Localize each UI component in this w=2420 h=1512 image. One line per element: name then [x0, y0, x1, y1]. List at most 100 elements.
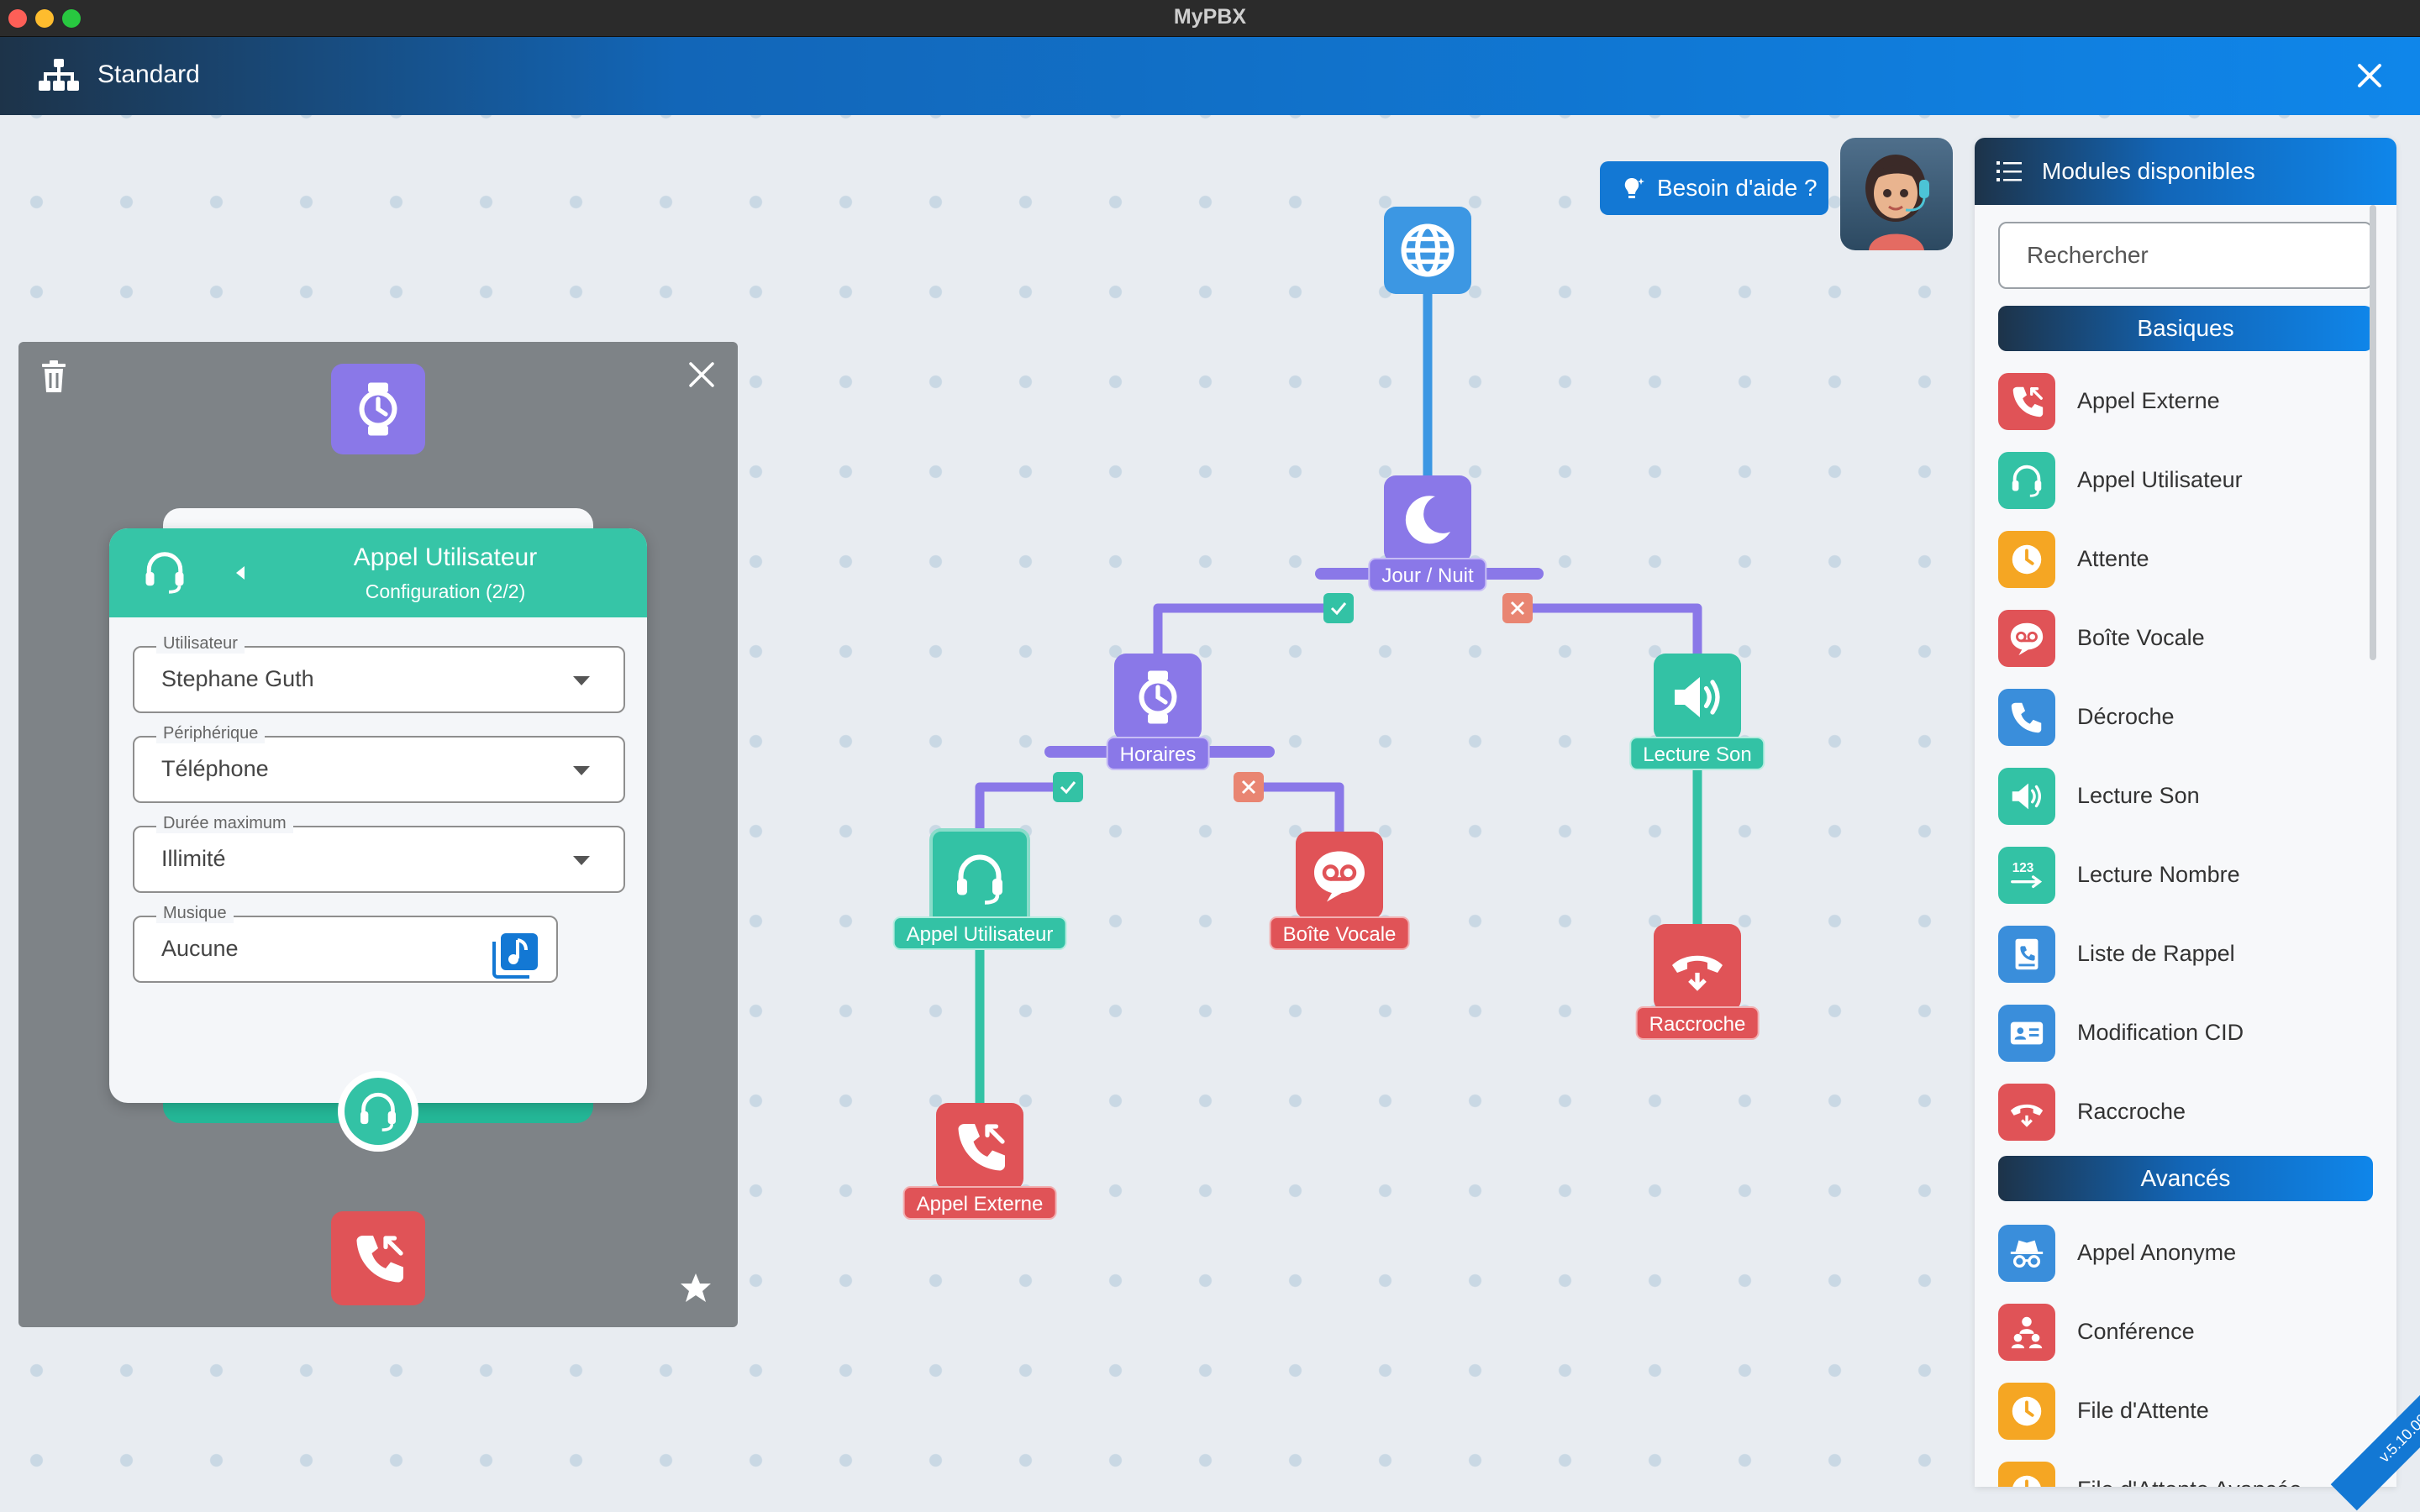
device-select[interactable]: Périphérique Téléphone	[133, 724, 625, 803]
module-search-input[interactable]	[1998, 222, 2373, 289]
flow-node-playsound[interactable]	[1654, 654, 1741, 741]
flow-node-label: Horaires	[1106, 737, 1210, 770]
section-header-advanced: Avancés	[1998, 1156, 2373, 1201]
flow-node-schedule[interactable]	[1114, 654, 1202, 741]
field-label: Durée maximum	[156, 814, 293, 833]
hangup-icon	[2010, 1104, 2044, 1127]
flow-node-entry[interactable]	[1384, 207, 1471, 294]
clock-icon	[2012, 544, 2042, 575]
module-label: Conférence	[2077, 1319, 2195, 1344]
check-icon[interactable]	[1053, 772, 1083, 802]
conference-icon	[2011, 1316, 2043, 1349]
voicemail-icon	[1314, 851, 1365, 902]
flow-node-label: Lecture Son	[1629, 737, 1765, 770]
max-duration-select[interactable]: Durée maximum Illimité	[133, 814, 625, 893]
star-icon[interactable]	[679, 1271, 713, 1305]
headset-icon	[957, 854, 1002, 905]
module-item-wait[interactable]: Attente	[1998, 531, 2373, 590]
flow-node-label: Raccroche	[1635, 1006, 1760, 1040]
module-item-queue[interactable]: File d'Attente	[1998, 1383, 2373, 1441]
speaker-icon	[1675, 677, 1720, 717]
current-node-headset[interactable]	[338, 1071, 418, 1152]
module-item-advanced-queue[interactable]: File d'Attente Avancée	[1998, 1462, 2373, 1487]
voicemail-icon	[2010, 622, 2044, 656]
id-card-icon	[2010, 1021, 2044, 1045]
module-label: File d'Attente Avancée	[2077, 1477, 2302, 1487]
contact-list-icon	[2015, 938, 2039, 970]
config-title: Appel Utilisateur	[353, 543, 538, 571]
flow-node-label: Jour / Nuit	[1368, 558, 1487, 591]
cross-icon[interactable]	[1502, 593, 1533, 623]
next-node-external[interactable]	[331, 1211, 425, 1305]
config-subtitle: Configuration (2/2)	[365, 580, 526, 602]
module-label: Attente	[2077, 546, 2149, 571]
module-item-play-sound[interactable]: Lecture Son	[1998, 768, 2373, 827]
module-item-cid-change[interactable]: Modification CID	[1998, 1005, 2373, 1063]
module-label: File d'Attente	[2077, 1398, 2209, 1423]
speaker-icon	[2012, 783, 2042, 810]
assistant-avatar[interactable]	[1840, 138, 1953, 250]
node-editor-panel: Appel Utilisateur Configuration (2/2) Ut…	[18, 342, 738, 1327]
module-label: Modification CID	[2077, 1020, 2244, 1045]
modules-title: Modules disponibles	[2042, 158, 2255, 184]
module-item-anonymous-call[interactable]: Appel Anonyme	[1998, 1225, 2373, 1284]
field-label: Musique	[156, 904, 234, 923]
field-label: Périphérique	[156, 724, 266, 743]
cross-icon[interactable]	[1234, 772, 1264, 802]
flow-node-daynight[interactable]	[1384, 475, 1471, 563]
watch-icon	[359, 382, 397, 436]
svg-text:123: 123	[2012, 861, 2034, 875]
flow-node-label: Boîte Vocale	[1269, 916, 1410, 950]
config-card: Appel Utilisateur Configuration (2/2) Ut…	[109, 528, 647, 1103]
chevron-down-icon	[573, 766, 590, 775]
user-select[interactable]: Utilisateur Stephane Guth	[133, 634, 625, 713]
moon-icon	[1405, 496, 1450, 544]
module-item-conference[interactable]: Conférence	[1998, 1304, 2373, 1362]
clock-icon	[2012, 1396, 2042, 1426]
flow-node-usercall[interactable]	[929, 828, 1030, 929]
flow-node-voicemail[interactable]	[1296, 832, 1383, 919]
module-label: Appel Utilisateur	[2077, 467, 2243, 492]
incognito-icon	[2010, 1240, 2044, 1268]
flow-node-external[interactable]	[936, 1103, 1023, 1190]
module-label: Décroche	[2077, 704, 2175, 729]
check-icon[interactable]	[1323, 593, 1354, 623]
field-label: Utilisateur	[156, 634, 245, 654]
section-header-basic: Basiques	[1998, 306, 2373, 351]
module-label: Lecture Son	[2077, 783, 2200, 808]
help-button[interactable]: Besoin d'aide ?	[1600, 161, 1828, 215]
flow-node-label: Appel Utilisateur	[892, 916, 1067, 950]
flow-node-label: Appel Externe	[902, 1186, 1057, 1220]
module-item-pickup[interactable]: Décroche	[1998, 689, 2373, 748]
chevron-down-icon	[573, 676, 590, 685]
phone-icon	[2011, 702, 2042, 733]
config-card-header: Appel Utilisateur Configuration (2/2)	[109, 528, 647, 617]
modules-scrollbar[interactable]	[2370, 205, 2376, 660]
music-library-icon[interactable]	[492, 932, 539, 979]
field-value: Stephane Guth	[161, 666, 314, 691]
module-item-read-number[interactable]: 123 Lecture Nombre	[1998, 847, 2373, 906]
help-button-label: Besoin d'aide ?	[1657, 175, 1818, 201]
back-arrow-icon[interactable]	[232, 564, 249, 582]
module-label: Boîte Vocale	[2077, 625, 2205, 650]
close-icon[interactable]	[687, 360, 716, 389]
prev-node-schedule[interactable]	[331, 364, 425, 454]
flow-node-hangup[interactable]	[1654, 924, 1741, 1011]
modules-header: Modules disponibles	[1975, 138, 2396, 205]
module-item-user-call[interactable]: Appel Utilisateur	[1998, 452, 2373, 511]
external-call-icon	[356, 1236, 403, 1283]
trash-icon[interactable]	[37, 359, 71, 394]
module-label: Appel Anonyme	[2077, 1240, 2237, 1265]
field-value: Illimité	[161, 846, 226, 871]
help-bulb-icon	[1624, 178, 1644, 198]
globe-icon	[1401, 223, 1455, 277]
numbers-icon: 123	[2011, 861, 2043, 889]
headset-icon	[360, 1092, 396, 1131]
module-item-callback-list[interactable]: Liste de Rappel	[1998, 926, 2373, 984]
external-call-icon	[2012, 386, 2044, 417]
module-item-external-call[interactable]: Appel Externe	[1998, 373, 2373, 432]
headset-icon	[2012, 465, 2042, 497]
module-item-hangup[interactable]: Raccroche	[1998, 1084, 2373, 1142]
module-label: Liste de Rappel	[2077, 941, 2235, 966]
module-item-voicemail[interactable]: Boîte Vocale	[1998, 610, 2373, 669]
